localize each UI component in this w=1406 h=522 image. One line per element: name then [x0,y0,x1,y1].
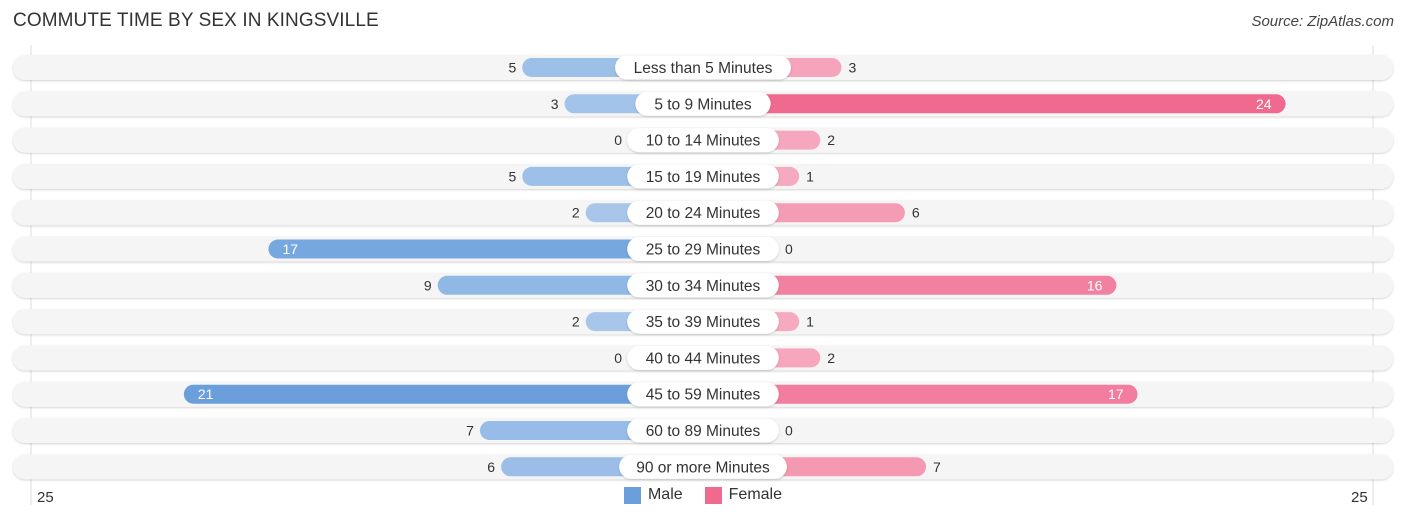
female-value-label: 17 [1108,386,1124,402]
chart-area: 5 3 Less than 5 Minutes 3 24 5 to 9 Minutes 0 2… [13,45,1393,505]
category-label: 10 to 14 Minutes [646,133,761,150]
male-value-label: 2 [572,205,580,221]
legend-swatch-female [704,486,722,504]
male-value-label: 21 [198,386,214,402]
legend-item-female: Female [704,486,783,504]
male-value-label: 5 [508,60,516,76]
category-label: 60 to 89 Minutes [646,423,761,440]
legend: Male Female [0,486,1406,504]
category-label: 20 to 24 Minutes [646,205,761,222]
female-value-label: 2 [827,350,835,366]
female-value-label: 24 [1256,96,1272,112]
female-value-label: 6 [912,205,920,221]
category-label: 15 to 19 Minutes [646,169,761,186]
female-value-label: 0 [785,423,793,439]
female-value-label: 7 [933,459,941,475]
male-value-label: 7 [466,423,474,439]
legend-swatch-male [623,486,641,504]
female-bar [703,94,1286,114]
male-value-label: 0 [614,350,622,366]
male-value-label: 9 [424,277,432,293]
category-label: 90 or more Minutes [636,459,770,476]
male-value-label: 2 [572,314,580,330]
category-label: 40 to 44 Minutes [646,350,761,367]
category-label: 25 to 29 Minutes [646,242,761,259]
category-label: 30 to 34 Minutes [646,278,761,295]
legend-label-female: Female [728,486,783,503]
legend-item-male: Male [623,486,683,504]
female-value-label: 3 [848,60,856,76]
category-label: 45 to 59 Minutes [646,387,761,404]
male-value-label: 17 [282,241,298,257]
female-value-label: 0 [785,241,793,257]
male-value-label: 5 [508,168,516,184]
female-value-label: 1 [806,314,814,330]
female-value-label: 2 [827,132,835,148]
female-value-label: 16 [1087,277,1103,293]
category-label: 35 to 39 Minutes [646,314,761,331]
legend-label-male: Male [647,486,683,503]
male-bar [183,384,704,404]
category-label: 5 to 9 Minutes [654,96,752,113]
male-value-label: 0 [614,132,622,148]
female-value-label: 1 [806,168,814,184]
male-value-label: 3 [551,96,559,112]
male-value-label: 6 [487,459,495,475]
category-label: Less than 5 Minutes [634,60,773,77]
